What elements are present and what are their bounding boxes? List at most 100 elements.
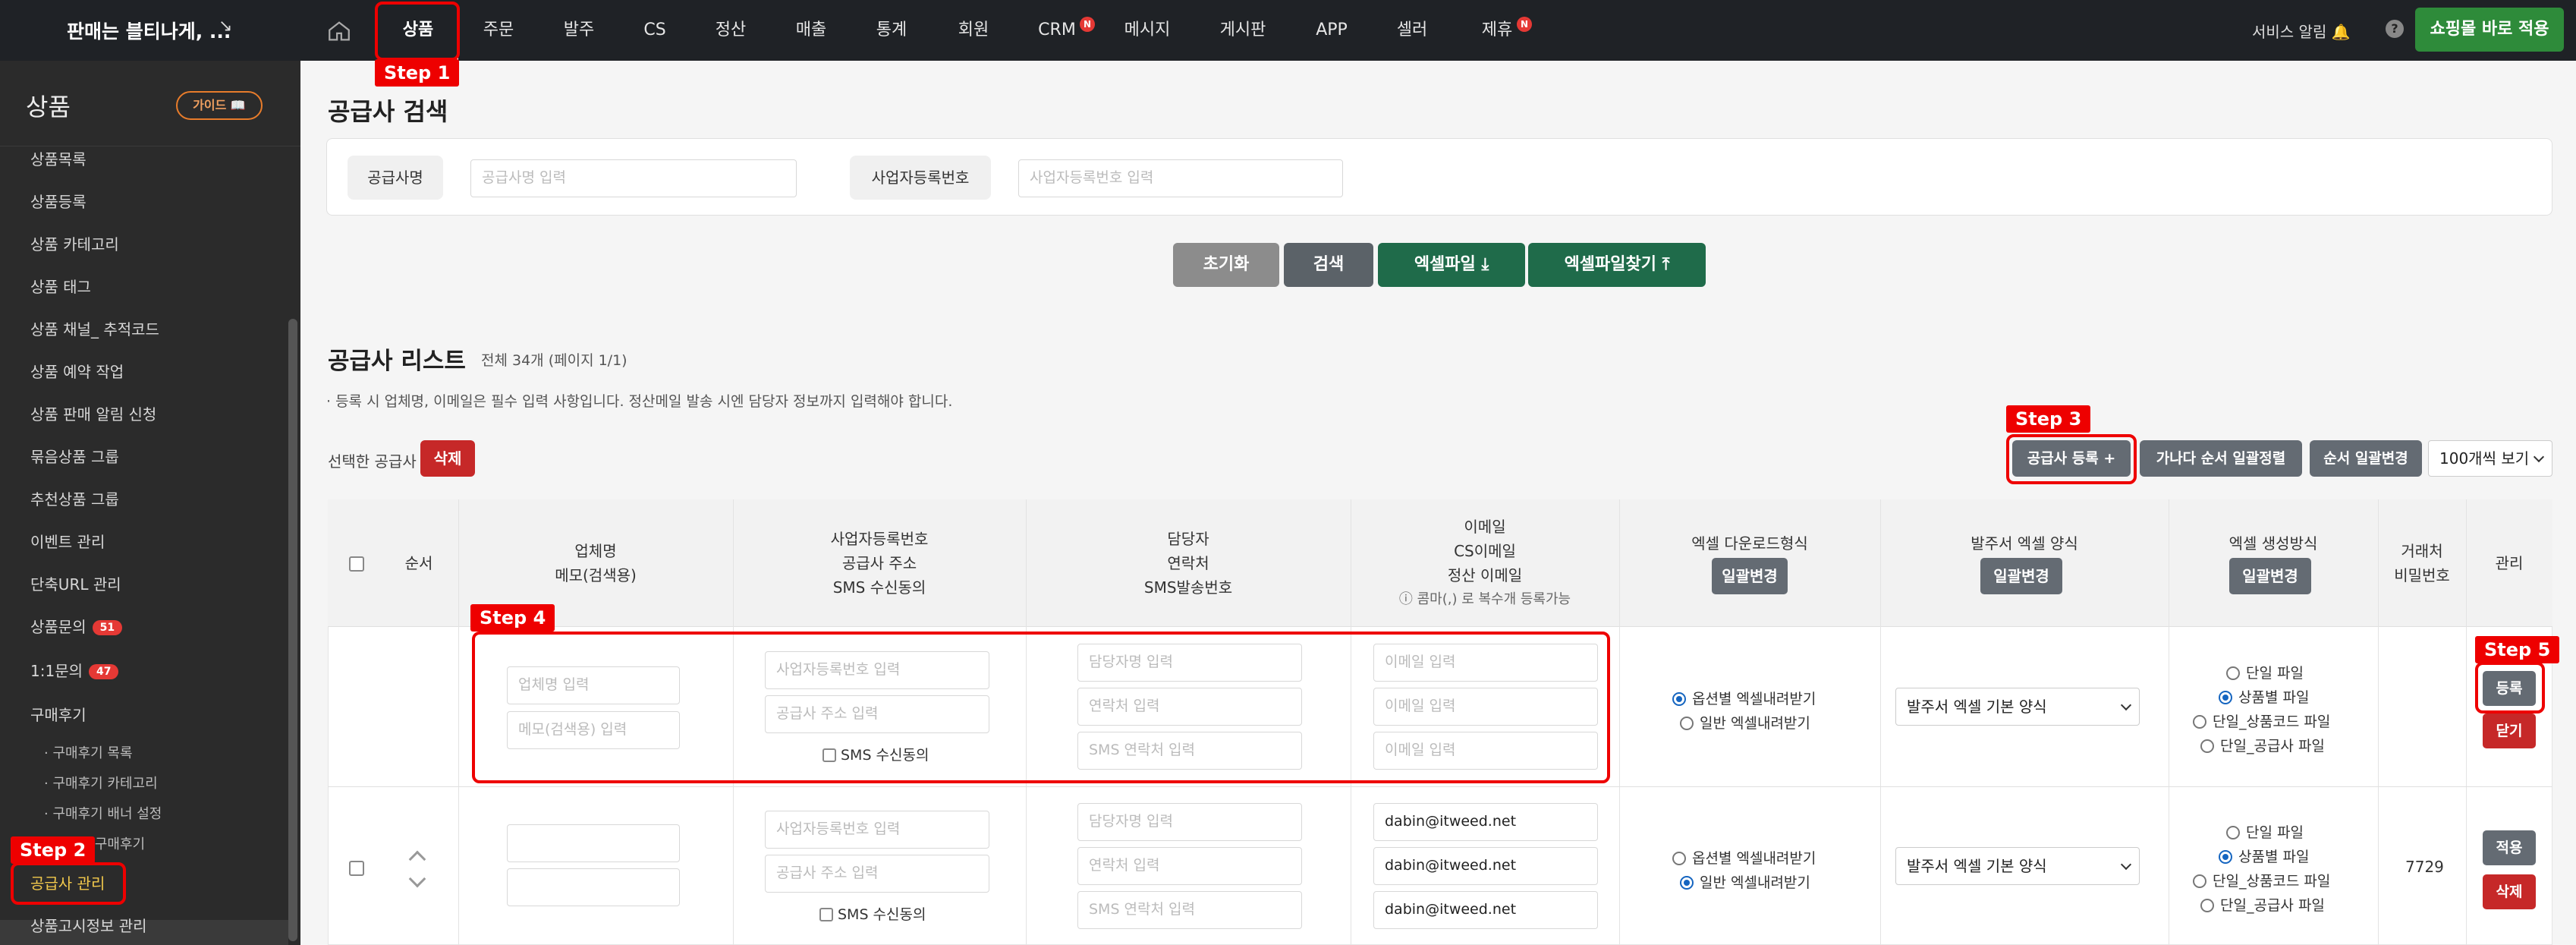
nav-board[interactable]: 게시판 xyxy=(1213,0,1273,61)
nav-sales[interactable]: 매출 xyxy=(785,0,838,61)
home-icon[interactable] xyxy=(326,18,352,44)
option-excel-label: 옵션별 엑셀내려받기 xyxy=(1692,850,1816,867)
bulk-change-excel-download-button[interactable]: 일괄변경 xyxy=(1712,558,1788,594)
header-cs-email: CS이메일 xyxy=(1454,542,1516,560)
delete-row-button[interactable]: 삭제 xyxy=(2483,874,2536,909)
phone-field[interactable]: 연락처 입력 xyxy=(1077,847,1302,885)
bulk-change-excel-gen-button[interactable]: 일괄변경 xyxy=(2229,558,2311,594)
sidebar-item-tag[interactable]: 상품 태그 xyxy=(30,275,91,297)
gen-product-code-label: 단일_상품코드 파일 xyxy=(2213,713,2331,730)
company-name-input[interactable] xyxy=(507,824,680,862)
excel-upload-button[interactable]: 엑셀파일찾기 ⤒ xyxy=(1528,243,1706,287)
brand-link-icon[interactable]: ↘ xyxy=(219,17,232,36)
header-sms-agree: SMS 수신동의 xyxy=(832,578,926,597)
sidebar-item-short-url[interactable]: 단축URL 관리 xyxy=(30,572,121,594)
header-excel-gen: 엑셀 생성방식 xyxy=(2228,534,2318,553)
biz-number-field[interactable]: 사업자등록번호 입력 xyxy=(765,811,989,849)
supplier-name-input[interactable]: 공급사명 입력 xyxy=(470,159,797,197)
gen-supplier-radio[interactable]: 단일_공급사 파일 xyxy=(2200,735,2325,755)
sidebar-item-bundle[interactable]: 묶음상품 그룹 xyxy=(30,445,119,467)
option-excel-radio[interactable]: 옵션별 엑셀내려받기 xyxy=(1672,688,1816,708)
nav-order[interactable]: 주문 xyxy=(472,0,525,61)
sms-agree-checkbox[interactable]: SMS 수신동의 xyxy=(819,903,926,924)
page-size-select[interactable]: 100개씩 보기 xyxy=(2428,440,2552,477)
manager-name-field[interactable]: 담당자명 입력 xyxy=(1077,803,1302,841)
excel-download-button[interactable]: 엑셀파일 ⤓ xyxy=(1378,243,1525,287)
header-password-1: 거래처 xyxy=(2401,542,2443,560)
sort-by-name-button[interactable]: 가나다 순서 일괄정렬 xyxy=(2140,440,2302,477)
sidebar-item-review[interactable]: 구매후기 xyxy=(30,703,86,725)
step-3-label: Step 3 xyxy=(2006,405,2091,433)
radio-icon xyxy=(1672,852,1686,865)
nav-statistics[interactable]: 통계 xyxy=(865,0,918,61)
sidebar-item-event[interactable]: 이벤트 관리 xyxy=(30,530,105,552)
header-sms-number: SMS발송번호 xyxy=(1143,578,1233,597)
sidebar-item-sales-alert[interactable]: 상품 판매 알림 신청 xyxy=(30,402,156,424)
help-icon[interactable]: ? xyxy=(2386,20,2404,38)
memo-input[interactable] xyxy=(507,868,680,906)
guide-button[interactable]: 가이드 📖 xyxy=(176,91,263,120)
brand-name[interactable]: 판매는 블티나게, ... xyxy=(67,17,231,44)
nav-partnership-badge: N xyxy=(1514,0,1533,61)
sidebar-sub-review-list[interactable]: · 구매후기 목록 xyxy=(44,742,133,762)
nav-settlement[interactable]: 정산 xyxy=(704,0,757,61)
change-order-button[interactable]: 순서 일괄변경 xyxy=(2310,440,2422,477)
nav-message[interactable]: 메시지 xyxy=(1117,0,1178,61)
order-form-select[interactable]: 발주서 엑셀 기본 양식 xyxy=(1895,688,2140,726)
sidebar-sub-review-category[interactable]: · 구매후기 카테고리 xyxy=(44,773,158,792)
delete-selected-button[interactable]: 삭제 xyxy=(420,440,475,477)
cs-email-field[interactable]: dabin@itweed.net xyxy=(1373,847,1598,885)
nav-partnership[interactable]: 제휴 xyxy=(1477,0,1518,61)
gen-product-code-radio[interactable]: 단일_상품코드 파일 xyxy=(2193,870,2330,890)
sidebar-item-product-list[interactable]: 상품목록 xyxy=(30,147,86,169)
apply-row-button[interactable]: 적용 xyxy=(2483,830,2536,865)
nav-seller[interactable]: 셀러 xyxy=(1386,0,1439,61)
sidebar-item-reservation[interactable]: 상품 예약 작업 xyxy=(30,360,124,382)
address-field[interactable]: 공급사 주소 입력 xyxy=(765,855,989,893)
nav-member[interactable]: 회원 xyxy=(947,0,1000,61)
service-alert[interactable]: 서비스 알림 🔔 xyxy=(2252,20,2351,42)
header-excel-download: 엑셀 다운로드형식 xyxy=(1691,534,1808,553)
gen-product-radio[interactable]: 상품별 파일 xyxy=(2219,846,2309,866)
radio-icon xyxy=(1680,717,1694,730)
chevron-down-icon xyxy=(2120,858,2132,871)
sidebar-scrollbar[interactable] xyxy=(288,319,297,941)
sidebar-item-notice-info[interactable]: 상품고시정보 관리 xyxy=(30,914,147,936)
sidebar-item-qna[interactable]: 1:1문의 47 xyxy=(30,659,119,681)
nav-purchase-order[interactable]: 발주 xyxy=(552,0,605,61)
row-checkbox[interactable] xyxy=(349,861,364,876)
settle-email-field[interactable]: dabin@itweed.net xyxy=(1373,891,1598,929)
gen-product-code-radio[interactable]: 단일_상품코드 파일 xyxy=(2193,710,2330,731)
nav-cs[interactable]: CS xyxy=(628,0,681,61)
sms-number-field[interactable]: SMS 연락처 입력 xyxy=(1077,891,1302,929)
register-notice: · 등록 시 업체명, 이메일은 필수 입력 사항입니다. 정산메일 발송 시엔… xyxy=(326,393,953,410)
select-all-checkbox[interactable] xyxy=(349,556,364,572)
gen-single-radio[interactable]: 단일 파일 xyxy=(2226,662,2304,682)
order-form-select[interactable]: 발주서 엑셀 기본 양식 xyxy=(1895,847,2140,885)
sidebar-item-channel[interactable]: 상품 채널_ 추적코드 xyxy=(30,317,159,339)
excel-upload-label: 엑셀파일찾기 xyxy=(1564,255,1657,274)
gen-single-radio[interactable]: 단일 파일 xyxy=(2226,821,2304,842)
apply-to-shop-button[interactable]: 쇼핑몰 바로 적용 xyxy=(2415,8,2564,52)
sidebar-item-product-register[interactable]: 상품등록 xyxy=(30,190,86,212)
search-button[interactable]: 검색 xyxy=(1284,243,1373,287)
gen-supplier-radio[interactable]: 단일_공급사 파일 xyxy=(2200,894,2325,915)
sidebar-item-category[interactable]: 상품 카테고리 xyxy=(30,232,119,254)
sidebar-item-recommend[interactable]: 추천상품 그룹 xyxy=(30,487,119,509)
reset-button[interactable]: 초기화 xyxy=(1173,243,1279,287)
email-field[interactable]: dabin@itweed.net xyxy=(1373,803,1598,841)
header-memo: 메모(검색용) xyxy=(555,566,637,584)
nav-app[interactable]: APP xyxy=(1305,0,1358,61)
sidebar-sub-review-banner[interactable]: · 구매후기 배너 설정 xyxy=(44,803,162,823)
general-excel-radio[interactable]: 일반 엑셀내려받기 xyxy=(1680,871,1810,892)
gen-product-radio[interactable]: 상품별 파일 xyxy=(2219,686,2309,707)
close-row-button[interactable]: 닫기 xyxy=(2483,713,2536,748)
option-excel-radio[interactable]: 옵션별 엑셀내려받기 xyxy=(1672,847,1816,868)
radio-selected-icon xyxy=(1672,692,1686,706)
sidebar-item-inquiry[interactable]: 상품문의 51 xyxy=(30,615,123,637)
nav-crm[interactable]: CRM xyxy=(1036,0,1077,61)
bulk-change-order-excel-button[interactable]: 일괄변경 xyxy=(1980,558,2062,594)
biz-number-input[interactable]: 사업자등록번호 입력 xyxy=(1018,159,1343,197)
header-order-excel: 발주서 엑셀 양식 xyxy=(1971,534,2078,553)
general-excel-radio[interactable]: 일반 엑셀내려받기 xyxy=(1680,712,1810,732)
